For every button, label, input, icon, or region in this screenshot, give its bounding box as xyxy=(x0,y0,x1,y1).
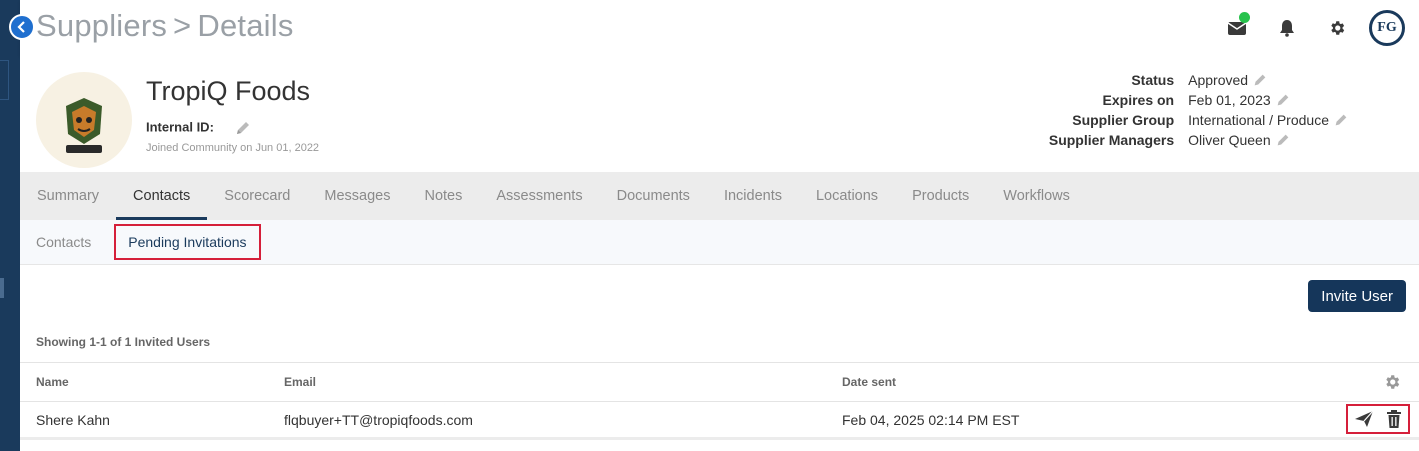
pencil-icon[interactable] xyxy=(1275,132,1291,148)
breadcrumb-details: Details xyxy=(197,8,294,43)
column-header-email[interactable]: Email xyxy=(284,375,316,389)
notifications-button[interactable] xyxy=(1269,10,1305,46)
tab-scorecard[interactable]: Scorecard xyxy=(207,172,307,220)
tab-products[interactable]: Products xyxy=(895,172,986,220)
sidebar-handle[interactable] xyxy=(0,60,9,100)
meta-value: Oliver Queen xyxy=(1188,132,1271,148)
sidebar-collapse-button[interactable] xyxy=(9,14,35,40)
meta-label: Supplier Group xyxy=(1072,112,1175,128)
sidebar-drag-handle[interactable] xyxy=(0,278,4,298)
tab-locations[interactable]: Locations xyxy=(799,172,895,220)
top-header: Suppliers > Details FG xyxy=(20,0,1419,56)
meta-value: International / Produce xyxy=(1188,112,1329,128)
settings-button[interactable] xyxy=(1319,10,1355,46)
results-count: Showing 1-1 of 1 Invited Users xyxy=(36,335,211,349)
pencil-icon[interactable] xyxy=(1333,112,1349,128)
tab-contacts[interactable]: Contacts xyxy=(116,172,208,220)
breadcrumb: Suppliers > Details xyxy=(36,8,294,44)
tab-incidents[interactable]: Incidents xyxy=(707,172,799,220)
tab-notes[interactable]: Notes xyxy=(407,172,479,220)
send-icon[interactable] xyxy=(1354,410,1374,428)
invite-user-button[interactable]: Invite User xyxy=(1308,280,1406,312)
meta-label: Status xyxy=(1131,72,1175,88)
pencil-icon[interactable] xyxy=(234,119,252,137)
row-divider xyxy=(20,437,1419,440)
online-status-dot xyxy=(1239,12,1250,23)
messages-button[interactable] xyxy=(1219,10,1255,46)
chevron-left-icon xyxy=(17,21,25,33)
meta-label: Supplier Managers xyxy=(1048,132,1175,148)
row-email: flqbuyer+TT@tropiqfoods.com xyxy=(284,412,473,428)
user-avatar[interactable]: FG xyxy=(1369,10,1405,46)
row-name: Shere Kahn xyxy=(36,412,110,428)
tab-assessments[interactable]: Assessments xyxy=(479,172,599,220)
internal-id: Internal ID: xyxy=(146,119,252,137)
subtab-pending-invitations[interactable]: Pending Invitations xyxy=(114,224,261,260)
row-date-sent: Feb 04, 2025 02:14 PM EST xyxy=(842,412,1020,428)
company-name: TropiQ Foods xyxy=(146,76,311,106)
pencil-icon[interactable] xyxy=(1275,92,1291,108)
meta-expires: Expires on Feb 01, 2023 xyxy=(954,90,1349,110)
supplier-logo xyxy=(36,72,132,168)
contacts-subtabs: Contacts Pending Invitations xyxy=(20,220,1419,265)
breadcrumb-separator: > xyxy=(173,8,192,43)
tab-summary[interactable]: Summary xyxy=(20,172,116,220)
meta-value: Feb 01, 2023 xyxy=(1188,92,1271,108)
left-sidebar xyxy=(0,0,35,451)
supplier-meta: Status Approved Expires on Feb 01, 2023 … xyxy=(954,70,1349,150)
tab-documents[interactable]: Documents xyxy=(600,172,707,220)
joined-date: Joined Community on Jun 01, 2022 xyxy=(146,142,320,154)
supplier-logo-image xyxy=(38,74,130,166)
main-tabs: Summary Contacts Scorecard Messages Note… xyxy=(20,172,1419,220)
meta-supplier-group: Supplier Group International / Produce xyxy=(954,110,1349,130)
tab-workflows[interactable]: Workflows xyxy=(986,172,1087,220)
internal-id-label: Internal ID: xyxy=(146,119,214,135)
gear-icon xyxy=(1331,21,1345,35)
column-header-name[interactable]: Name xyxy=(36,375,69,389)
bell-icon xyxy=(1280,20,1294,37)
pencil-icon[interactable] xyxy=(1252,72,1268,88)
table-row: Shere Kahn flqbuyer+TT@tropiqfoods.com F… xyxy=(20,401,1419,437)
supplier-profile: TropiQ Foods Internal ID: Joined Communi… xyxy=(20,56,1419,172)
meta-supplier-managers: Supplier Managers Oliver Queen xyxy=(954,130,1349,150)
meta-label: Expires on xyxy=(1102,92,1175,108)
trash-icon[interactable] xyxy=(1386,410,1402,428)
row-actions xyxy=(1346,404,1410,434)
column-header-date-sent[interactable]: Date sent xyxy=(842,375,896,389)
subtab-contacts[interactable]: Contacts xyxy=(20,234,107,250)
table-header: Name Email Date sent xyxy=(20,362,1419,402)
breadcrumb-suppliers[interactable]: Suppliers xyxy=(36,8,167,43)
pending-invitations-panel: Invite User Showing 1-1 of 1 Invited Use… xyxy=(20,265,1419,451)
column-settings-gear-icon[interactable] xyxy=(1383,373,1401,391)
meta-value: Approved xyxy=(1188,72,1249,88)
tab-messages[interactable]: Messages xyxy=(307,172,407,220)
meta-status: Status Approved xyxy=(954,70,1349,90)
